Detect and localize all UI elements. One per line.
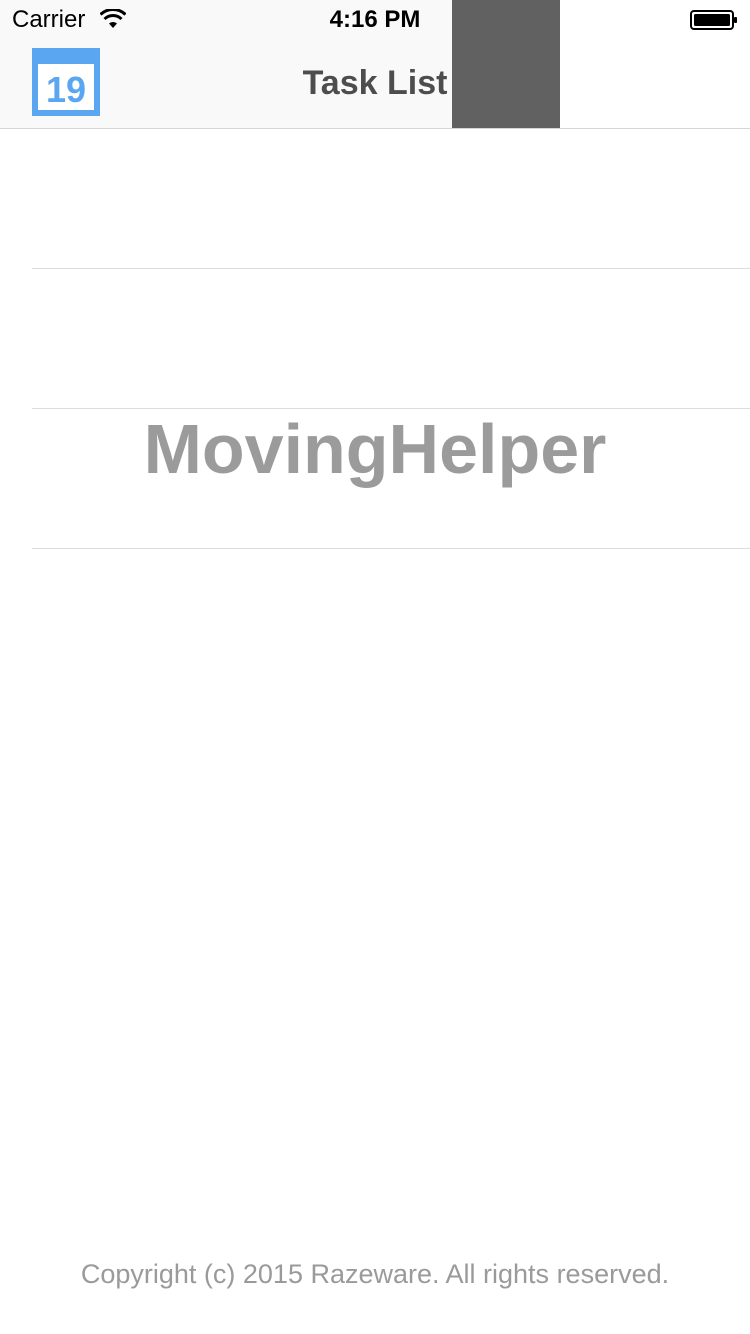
table-row[interactable] (32, 129, 750, 269)
nav-title: Task List (302, 64, 448, 102)
table-row[interactable] (32, 269, 750, 409)
table-row[interactable] (32, 409, 750, 549)
status-time: 4:16 PM (329, 6, 421, 33)
task-table (0, 129, 750, 549)
battery-icon (690, 10, 737, 30)
status-bar: Carrier 4:16 PM (0, 0, 750, 40)
app-screen: 19 Task List Carrier 4:16 PM MovingHelpe… (0, 0, 750, 1334)
copyright-footer: Copyright (c) 2015 Razeware. All rights … (80, 1259, 670, 1289)
